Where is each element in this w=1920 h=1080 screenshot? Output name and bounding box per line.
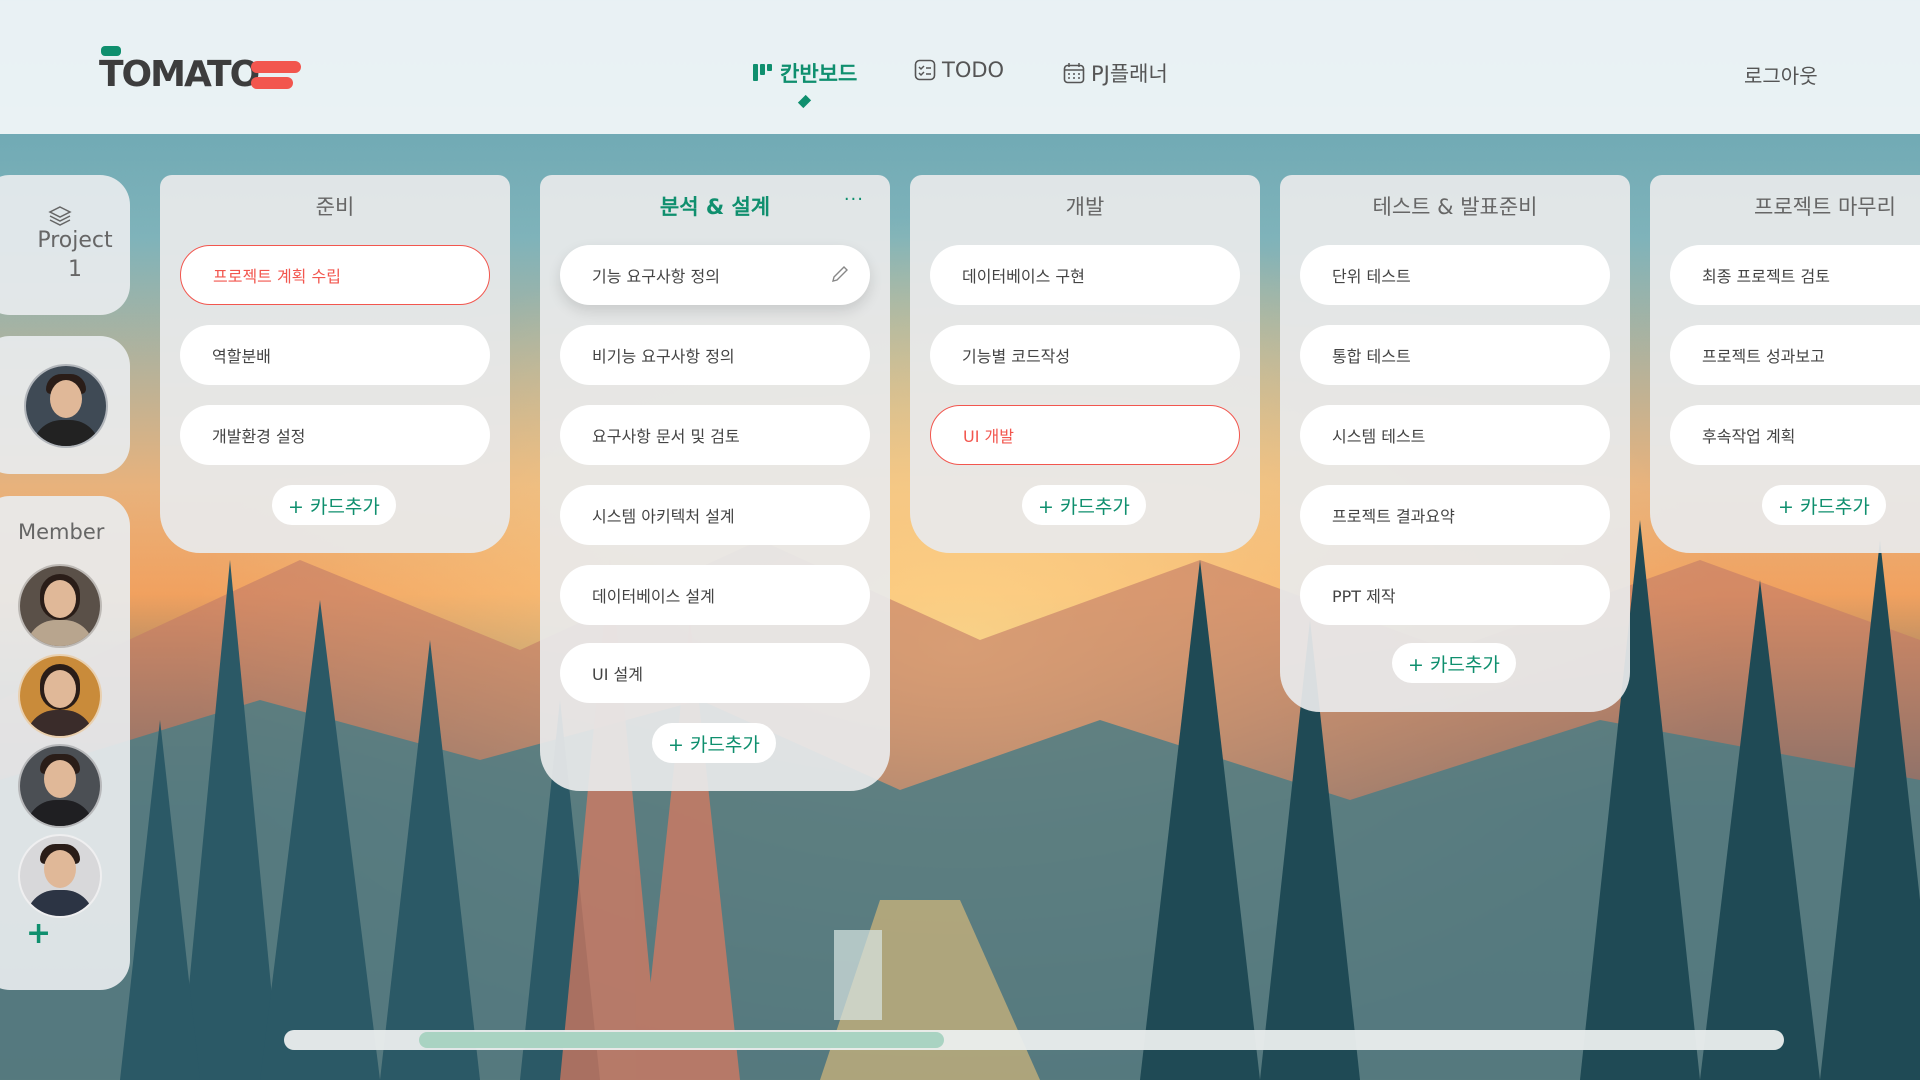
logo-text: TOMATO	[99, 54, 260, 95]
kanban-card[interactable]: 비기능 요구사항 정의	[560, 325, 870, 385]
add-member-button[interactable]: +	[26, 916, 51, 951]
kanban-card[interactable]: UI 설계	[560, 643, 870, 703]
avatar-face	[50, 380, 82, 418]
calendar-icon	[1063, 62, 1085, 84]
add-card-button[interactable]: + 카드추가	[652, 723, 776, 763]
nav-planner-tab[interactable]: PJ플래너	[1063, 58, 1168, 88]
kanban-card[interactable]: 기능 요구사항 정의	[560, 245, 870, 305]
kanban-card[interactable]: 기능별 코드작성	[930, 325, 1240, 385]
active-tab-indicator	[797, 94, 812, 109]
member-avatar[interactable]	[18, 654, 102, 738]
avatar-shoulders	[32, 420, 100, 446]
add-card-button[interactable]: + 카드추가	[1022, 485, 1146, 525]
user-avatar[interactable]	[24, 364, 108, 448]
column-title: 준비	[315, 195, 355, 219]
pencil-icon[interactable]	[830, 264, 850, 288]
kanban-card[interactable]: 최종 프로젝트 검토	[1670, 245, 1920, 305]
avatar-face	[44, 850, 76, 888]
nav-todo-label: TODO	[942, 58, 1005, 82]
member-avatar[interactable]	[18, 744, 102, 828]
tomato-logo[interactable]: TOMATO	[99, 44, 304, 95]
kanban-card[interactable]: UI 개발	[930, 405, 1240, 465]
avatar-face	[44, 670, 76, 708]
avatar-shoulders	[26, 620, 94, 646]
member-avatar[interactable]	[18, 834, 102, 918]
kanban-card[interactable]: 개발환경 설정	[180, 405, 490, 465]
project-selector[interactable]: Project 1	[0, 175, 130, 315]
kanban-card[interactable]: 프로젝트 결과요약	[1300, 485, 1610, 545]
kanban-card[interactable]: 시스템 아키텍처 설계	[560, 485, 870, 545]
logo-bar	[251, 77, 293, 89]
logo-bar	[251, 61, 301, 73]
current-user-panel	[0, 336, 130, 474]
top-header: TOMATO 칸반보드 TODO PJ플래너 로그아웃	[0, 0, 1920, 134]
column-title: 테스트 & 발표준비	[1372, 195, 1538, 219]
avatar-face	[44, 580, 76, 618]
member-label: Member	[18, 520, 105, 544]
kanban-card[interactable]: 데이터베이스 구현	[930, 245, 1240, 305]
checklist-icon	[914, 59, 936, 81]
nav-kanban-label: 칸반보드	[780, 62, 858, 86]
add-card-button[interactable]: + 카드추가	[1762, 485, 1886, 525]
nav-planner-label: PJ플래너	[1091, 62, 1168, 86]
avatar-face	[44, 760, 76, 798]
kanban-card[interactable]: 요구사항 문서 및 검토	[560, 405, 870, 465]
kanban-column: 분석 & 설계 ··· 기능 요구사항 정의 비기능 요구사항 정의 요구사항 …	[540, 175, 890, 791]
project-label: Project	[37, 228, 113, 253]
scrollbar-thumb[interactable]	[419, 1032, 944, 1048]
kanban-icon	[752, 62, 774, 84]
member-avatar[interactable]	[18, 564, 102, 648]
kanban-card[interactable]: 시스템 테스트	[1300, 405, 1610, 465]
kanban-column: 개발 데이터베이스 구현 기능별 코드작성 UI 개발 + 카드추가	[910, 175, 1260, 553]
kanban-card[interactable]: 단위 테스트	[1300, 245, 1610, 305]
logout-button[interactable]: 로그아웃	[1744, 60, 1818, 89]
project-number: 1	[68, 257, 82, 282]
member-panel: Member +	[0, 496, 130, 990]
kanban-card[interactable]: 데이터베이스 설계	[560, 565, 870, 625]
kanban-column: 준비 프로젝트 계획 수립 역할분배 개발환경 설정 + 카드추가	[160, 175, 510, 553]
kanban-card[interactable]: 프로젝트 계획 수립	[180, 245, 490, 305]
kanban-card[interactable]: PPT 제작	[1300, 565, 1610, 625]
avatar-shoulders	[26, 890, 94, 916]
avatar-shoulders	[26, 710, 94, 736]
add-card-button[interactable]: + 카드추가	[1392, 643, 1516, 683]
kanban-card[interactable]: 후속작업 계획	[1670, 405, 1920, 465]
card-label: 기능 요구사항 정의	[592, 267, 720, 286]
column-menu-button[interactable]: ···	[844, 189, 864, 210]
column-title: 프로젝트 마무리	[1754, 195, 1896, 219]
kanban-card[interactable]: 통합 테스트	[1300, 325, 1610, 385]
horizontal-scrollbar[interactable]	[284, 1030, 1784, 1050]
add-card-button[interactable]: + 카드추가	[272, 485, 396, 525]
kanban-card[interactable]: 프로젝트 성과보고	[1670, 325, 1920, 385]
kanban-card[interactable]: 역할분배	[180, 325, 490, 385]
kanban-column: 테스트 & 발표준비 단위 테스트 통합 테스트 시스템 테스트 프로젝트 결과…	[1280, 175, 1630, 712]
column-title: 분석 & 설계	[659, 195, 771, 219]
nav-todo-tab[interactable]: TODO	[914, 58, 1004, 82]
nav-kanban-tab[interactable]: 칸반보드	[752, 58, 857, 88]
avatar-shoulders	[26, 800, 94, 826]
column-title: 개발	[1065, 195, 1105, 219]
kanban-column: 프로젝트 마무리 최종 프로젝트 검토 프로젝트 성과보고 후속작업 계획 + …	[1650, 175, 1920, 553]
